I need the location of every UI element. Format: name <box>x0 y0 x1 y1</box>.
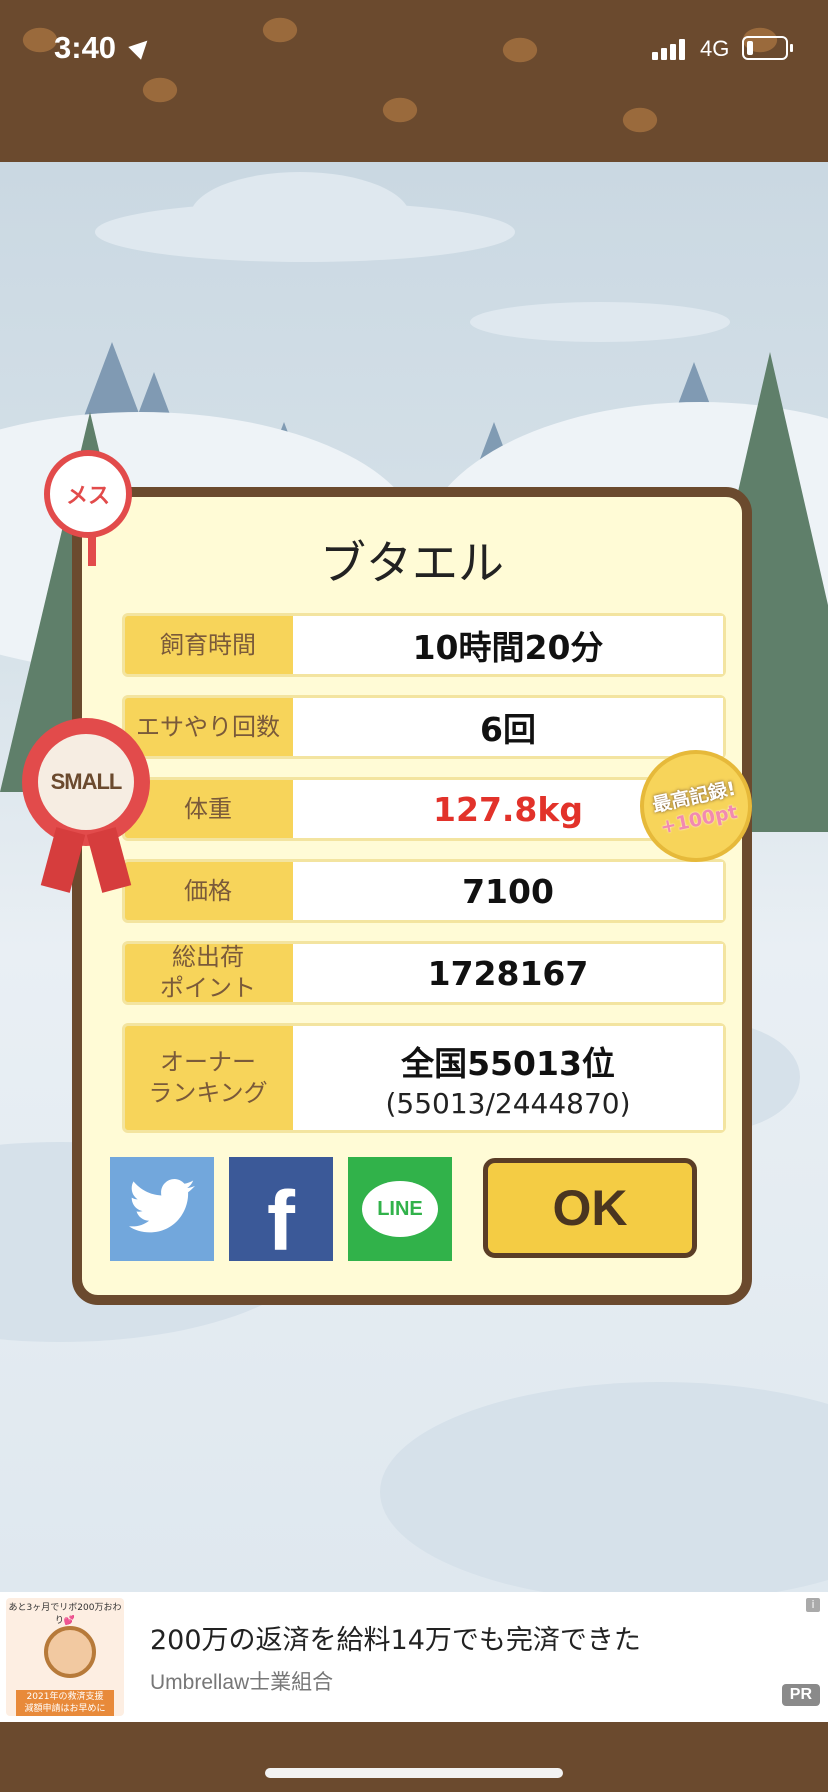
location-arrow-icon <box>128 34 154 60</box>
ranking-detail: (55013/2444870) <box>385 1086 631 1120</box>
row-label: 総出荷 ポイント <box>160 943 256 1002</box>
signal-strength-icon <box>652 38 685 60</box>
top-status-area: 3:40 4G <box>0 0 828 162</box>
twitter-share-button[interactable] <box>110 1157 214 1261</box>
ad-person-image <box>44 1626 96 1678</box>
pig-status-dialog: ブタエル 飼育時間 10時間20分 エサやり回数 6回 体重 127.8kg 価… <box>72 487 752 1305</box>
pig-name-title: ブタエル <box>320 536 504 590</box>
row-price: 価格 7100 <box>122 859 726 923</box>
row-weight: 体重 127.8kg <box>122 777 726 841</box>
ad-banner[interactable]: あと3ヶ月でリボ200万おわり💕 2021年の救済支援 減額申請はお早めに 20… <box>0 1592 828 1722</box>
ad-info-icon[interactable]: i <box>806 1598 820 1612</box>
ad-thumb-banner: 2021年の救済支援 減額申請はお早めに <box>16 1690 114 1716</box>
row-value: 7100 <box>293 862 723 920</box>
ok-button[interactable]: OK <box>483 1158 697 1258</box>
row-label: オーナー ランキング <box>148 1048 268 1107</box>
home-indicator[interactable] <box>265 1768 563 1778</box>
line-share-button[interactable]: LINE <box>348 1157 452 1261</box>
ad-headline[interactable]: 200万の返済を給料14万でも完済できた <box>150 1618 641 1657</box>
facebook-f-icon: f <box>267 1173 295 1268</box>
ad-thumb-caption: あと3ヶ月でリボ200万おわり💕 <box>8 1603 122 1626</box>
twitter-bird-icon <box>129 1179 195 1233</box>
status-time: 3:40 <box>54 30 117 65</box>
row-value: 6回 <box>293 698 723 756</box>
network-type: 4G <box>700 36 730 61</box>
row-owner-ranking: オーナー ランキング 全国55013位 (55013/2444870) <box>122 1023 726 1133</box>
row-value: 10時間20分 <box>293 616 723 674</box>
row-feed-count: エサやり回数 6回 <box>122 695 726 759</box>
row-label: 体重 <box>184 794 232 823</box>
line-label: LINE <box>377 1197 423 1220</box>
ad-thumbnail[interactable]: あと3ヶ月でリボ200万おわり💕 2021年の救済支援 減額申請はお早めに <box>6 1598 124 1716</box>
battery-icon <box>742 36 793 60</box>
facebook-share-button[interactable]: f <box>229 1157 333 1268</box>
ad-pr-badge: PR <box>781 1684 820 1706</box>
female-badge-icon: メス <box>44 450 132 566</box>
ad-source: Umbrellaw士業組合 <box>150 1671 334 1694</box>
row-label: 価格 <box>184 876 232 905</box>
row-shipping-points: 総出荷 ポイント 1728167 <box>122 941 726 1005</box>
line-bubble-icon: LINE <box>362 1181 438 1237</box>
ranking-value: 全国55013位 <box>401 1043 615 1083</box>
row-label: 飼育時間 <box>160 630 256 659</box>
row-value: 1728167 <box>293 944 723 1002</box>
size-label: SMALL <box>38 734 134 830</box>
size-ribbon-badge: SMALL <box>22 718 150 893</box>
bottom-pattern-bar <box>0 1722 828 1792</box>
row-label: エサやり回数 <box>136 712 280 741</box>
row-value: 全国55013位 (55013/2444870) <box>293 1026 723 1130</box>
row-raising-time: 飼育時間 10時間20分 <box>122 613 726 677</box>
